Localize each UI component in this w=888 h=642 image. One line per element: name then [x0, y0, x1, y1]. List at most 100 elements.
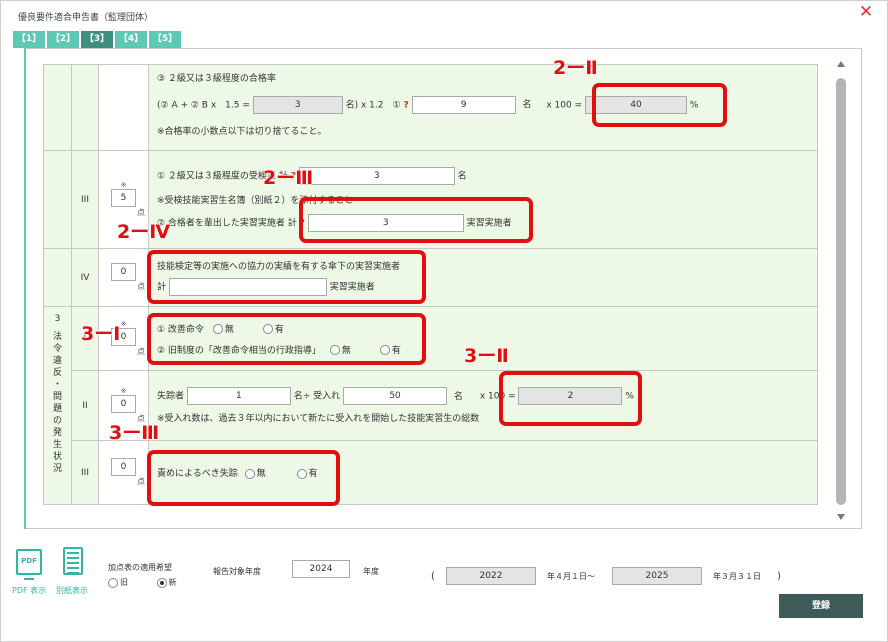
callout-box-3-iii: [147, 450, 340, 506]
accepted-unit: 名: [453, 391, 463, 402]
x100-label: x 100 =: [546, 100, 583, 110]
category-3-cell: 3 法 令 違 反 ・ 問 題 の 発 生 状 況: [43, 306, 72, 505]
asterisk-label: ※: [120, 181, 127, 189]
dialog-window: 優良要件適合申告書（監理団体） ✕ 【1】 【2】 【3】 【4】 【5】 ③ …: [0, 0, 888, 642]
paren-close: ): [777, 571, 781, 582]
category-char: 反: [52, 368, 62, 378]
ab-total-field: 3: [252, 95, 343, 114]
from-year-field: 2022: [446, 567, 536, 585]
year-unit: 年度: [363, 567, 379, 576]
sheet-icon[interactable]: [63, 547, 83, 575]
formula-mid: 名) x 1.2 ①: [345, 100, 401, 110]
points-unit: 点: [137, 347, 145, 356]
from-date-suffix: 年４月１日～: [547, 572, 595, 581]
pdf-icon[interactable]: PDF: [16, 549, 42, 575]
category-char: 3: [54, 314, 61, 324]
points-cell: 0 点: [98, 248, 149, 307]
examinees-field[interactable]: 9: [411, 95, 516, 114]
points-field[interactable]: 0: [111, 263, 136, 281]
callout-box-2-iv: [147, 250, 426, 304]
points-field[interactable]: 0: [111, 395, 136, 413]
passer-label: ② 合格者を輩出した実習実施者 計: [157, 218, 297, 229]
category-cell: [43, 64, 72, 151]
missing-count-field[interactable]: 1: [186, 387, 291, 405]
scroll-down-icon[interactable]: [837, 514, 845, 520]
category-cell: [43, 150, 72, 249]
category-char: の: [52, 416, 62, 426]
window-title: 優良要件適合申告書（監理団体）: [18, 13, 154, 23]
report-year-field[interactable]: 2024: [292, 560, 350, 578]
row-number: III: [71, 440, 99, 505]
scrollbar-thumb[interactable]: [836, 78, 846, 505]
missing-rate-formula: 失踪者 1 名÷ 受入れ 50 名 x 100 = 2 %: [157, 387, 809, 405]
paren-open: (: [431, 571, 435, 582]
callout-label-2-iii: 2ーⅢ: [262, 167, 314, 190]
formula-prefix: (② A + ② B x 1.5 =: [157, 100, 250, 110]
tab-2[interactable]: 【2】: [47, 31, 79, 48]
points-field[interactable]: 5: [111, 189, 136, 207]
examinee-unit: 名: [457, 171, 467, 182]
callout-label-2-ii: 2ーⅡ: [553, 57, 599, 80]
radio-new-label: 新: [168, 578, 177, 587]
tab-4[interactable]: 【4】: [115, 31, 147, 48]
category-char: 発: [52, 428, 62, 438]
tab-3[interactable]: 【3】: [81, 31, 113, 48]
year-label: 報告対象年度: [213, 567, 261, 576]
examinee-line: ① ２級又は３級程度の受検者 計 ? 3 名: [157, 167, 809, 185]
tab-5[interactable]: 【5】: [149, 31, 181, 48]
row-3-ii: II ※ 0 点 失踪者 1 名÷ 受入れ 50 名 x 100 = 2 % ※…: [44, 370, 818, 441]
category-char: 状: [52, 452, 62, 462]
accepted-count-field[interactable]: 50: [343, 387, 448, 405]
panel-accent-line: [24, 48, 26, 529]
category-char: 令: [52, 344, 62, 354]
callout-box-3-i: [147, 313, 426, 365]
to-year-field: 2025: [612, 567, 702, 585]
points-field[interactable]: 0: [111, 458, 136, 476]
missing-rate-body: 失踪者 1 名÷ 受入れ 50 名 x 100 = 2 % ※受入れ数は、過去３…: [148, 370, 818, 441]
points-unit: 点: [137, 282, 145, 291]
scroll-up-icon[interactable]: [837, 61, 845, 67]
category-char: 生: [52, 440, 62, 450]
kasan-options: 旧 新: [108, 577, 177, 588]
category-char: ・: [52, 380, 62, 390]
points-cell: 0 点: [98, 440, 149, 505]
examinee-count-field[interactable]: 3: [298, 167, 455, 185]
row-number: III: [71, 150, 99, 249]
callout-box-2-iii: [299, 197, 533, 243]
radio-new[interactable]: [156, 577, 167, 588]
row-number: IV: [71, 248, 99, 307]
sheet-view-link[interactable]: 別紙表示: [56, 585, 88, 596]
missing-rate-note: ※受入れ数は、過去３年以内において新たに受入れを開始した技能実習生の総数: [157, 414, 480, 424]
category-char: 違: [52, 356, 62, 366]
submit-button[interactable]: 登録: [779, 594, 863, 618]
asterisk-label: ※: [120, 387, 127, 395]
callout-label-3-iii: 3ーⅢ: [108, 422, 160, 445]
pdf-icon-stand: [24, 576, 34, 580]
category-char: 法: [52, 332, 62, 342]
radio-old-label: 旧: [120, 578, 128, 587]
callout-label-2-iv: 2ーⅣ: [116, 221, 171, 244]
help-icon[interactable]: ?: [403, 100, 408, 110]
to-date-suffix: 年３月３１日: [713, 572, 761, 581]
tab-bar: 【1】 【2】 【3】 【4】 【5】: [13, 31, 183, 48]
row-number: [71, 64, 99, 151]
category-char: 題: [52, 404, 62, 414]
points-unit: 点: [137, 477, 145, 486]
category-char: 問: [52, 392, 62, 402]
examinees-unit: 名: [522, 100, 532, 110]
callout-label-3-i: 3ーⅠ: [80, 323, 121, 346]
callout-label-3-ii: 3ーⅡ: [464, 345, 510, 368]
callout-box-2-ii: [592, 83, 727, 127]
kasan-label: 加点表の適用希望: [108, 563, 172, 572]
pdf-view-link[interactable]: PDF 表示: [12, 585, 46, 596]
callout-box-3-ii: [499, 371, 642, 426]
missing-label: 失踪者: [157, 391, 185, 402]
category-cell: [43, 248, 72, 307]
examinee-label: ① ２級又は３級程度の受検: [157, 171, 267, 182]
tab-1[interactable]: 【1】: [13, 31, 45, 48]
row-number: II: [71, 370, 99, 441]
category-char: 況: [52, 464, 62, 474]
close-icon[interactable]: ✕: [858, 4, 874, 21]
radio-old[interactable]: [108, 577, 118, 588]
pass-rate-heading: ③ ２級又は３級程度の合格率: [157, 73, 276, 84]
